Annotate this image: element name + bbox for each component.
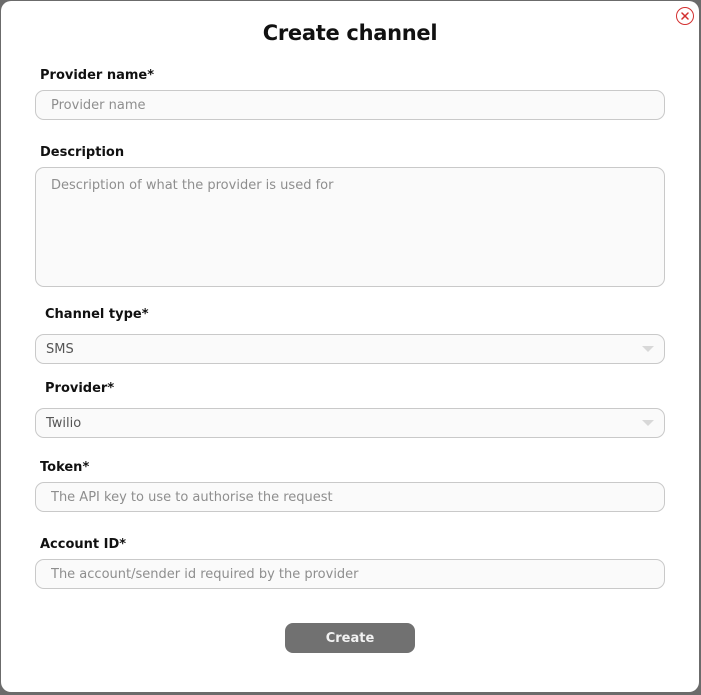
chevron-down-icon: [642, 420, 654, 426]
channel-type-select[interactable]: SMS: [35, 334, 665, 364]
channel-type-label: Channel type*: [45, 307, 149, 322]
description-label: Description: [40, 145, 125, 160]
chevron-down-icon: [642, 346, 654, 352]
token-label: Token*: [40, 460, 90, 475]
token-input[interactable]: [35, 482, 665, 512]
dialog-title: Create channel: [262, 21, 438, 45]
close-icon: [681, 12, 689, 20]
account-id-input[interactable]: [35, 559, 665, 589]
provider-select[interactable]: Twilio: [35, 408, 665, 438]
provider-value: Twilio: [46, 415, 82, 431]
channel-type-value: SMS: [46, 341, 74, 357]
create-channel-dialog: Create channel Provider name* Descriptio…: [1, 1, 699, 692]
description-textarea[interactable]: [35, 167, 665, 287]
create-button[interactable]: Create: [285, 623, 415, 653]
provider-name-label: Provider name*: [40, 68, 155, 83]
account-id-label: Account ID*: [40, 537, 127, 552]
provider-label: Provider*: [45, 381, 115, 396]
provider-name-input[interactable]: [35, 90, 665, 120]
